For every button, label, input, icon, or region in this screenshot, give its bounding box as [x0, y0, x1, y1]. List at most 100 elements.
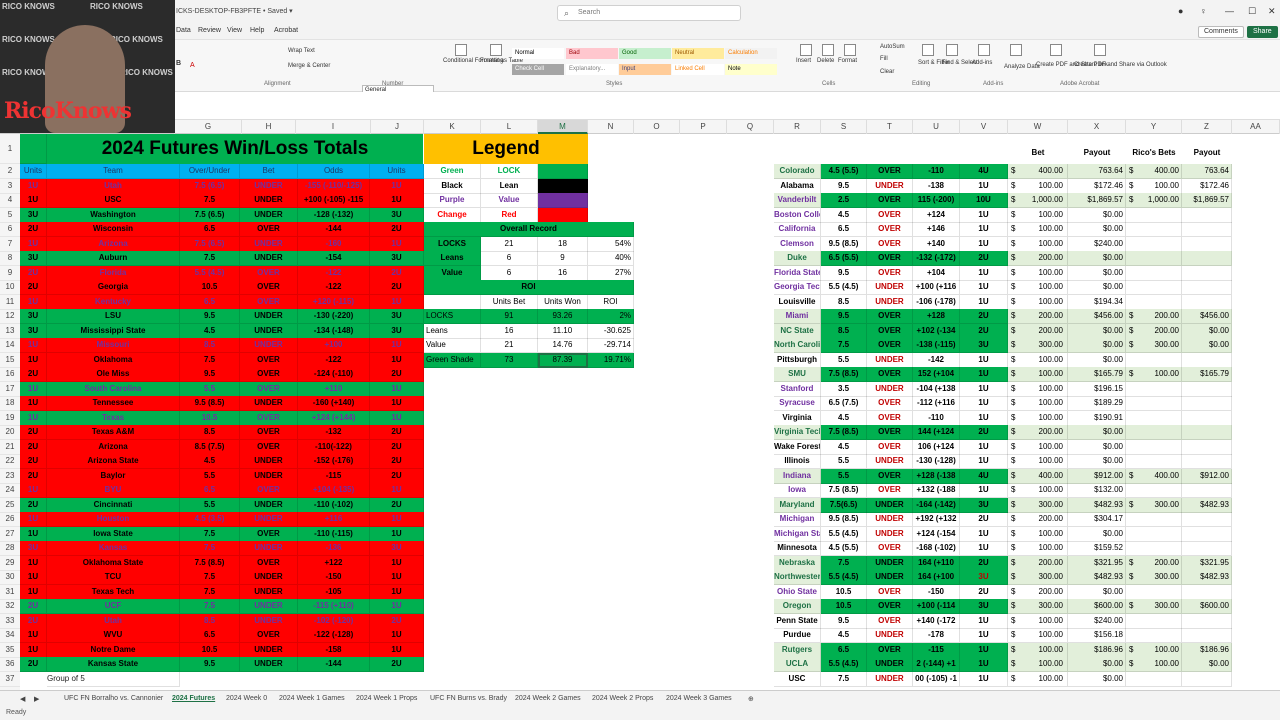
column-header[interactable]: N	[588, 120, 634, 134]
bet-team[interactable]: Minnesota	[774, 541, 821, 556]
futures-cell[interactable]: 7.5	[180, 541, 240, 556]
futures-header[interactable]: Units	[370, 164, 424, 179]
futures-cell[interactable]: 7.5	[180, 193, 240, 208]
futures-cell[interactable]: 1U	[370, 556, 424, 571]
rico-bet[interactable]	[1126, 440, 1182, 455]
bet-team[interactable]: Pittsburgh	[774, 353, 821, 368]
bet-payout[interactable]: $159.52	[1068, 541, 1126, 556]
futures-cell[interactable]: +120 (-115)	[298, 295, 370, 310]
bet-amount[interactable]: $100.00	[1008, 440, 1068, 455]
overall-cell[interactable]: 40%	[588, 251, 634, 266]
rico-payout[interactable]	[1182, 411, 1232, 426]
bet-payout[interactable]: $0.00	[1068, 222, 1126, 237]
payout2-header[interactable]: Payout	[1182, 146, 1232, 161]
rico-bet[interactable]: $300.00	[1126, 570, 1182, 585]
bet-side[interactable]: OVER	[867, 469, 913, 484]
rico-bet[interactable]: $200.00	[1126, 309, 1182, 324]
futures-cell[interactable]: -136	[298, 541, 370, 556]
bet-odds[interactable]: -112 (+116	[913, 396, 960, 411]
sheet-tab[interactable]: UFC FN Burns vs. Brady	[430, 695, 507, 702]
bet-payout[interactable]: $156.18	[1068, 628, 1126, 643]
bet-odds[interactable]: +124 (-154	[913, 527, 960, 542]
roi-cell[interactable]: 19.71%	[588, 353, 634, 368]
futures-cell[interactable]: -132	[298, 425, 370, 440]
futures-cell[interactable]: 1U	[370, 512, 424, 527]
bet-amount[interactable]: $300.00	[1008, 498, 1068, 513]
futures-cell[interactable]: Kentucky	[47, 295, 180, 310]
bet-payout[interactable]: $0.00	[1068, 527, 1126, 542]
rico-bet[interactable]	[1126, 295, 1182, 310]
roi-cell[interactable]: 21	[481, 338, 538, 353]
bet-line[interactable]: 9.5	[821, 179, 867, 194]
column-header[interactable]: T	[867, 120, 913, 134]
futures-cell[interactable]: 3U	[370, 309, 424, 324]
bet-side[interactable]: UNDER	[867, 556, 913, 571]
row-header[interactable]: 12	[0, 309, 20, 324]
futures-cell[interactable]: UNDER	[240, 396, 298, 411]
row-header[interactable]: 5	[0, 208, 20, 223]
bet-line[interactable]: 5.5	[821, 469, 867, 484]
bet-team[interactable]: Ohio State	[774, 585, 821, 600]
bet-line[interactable]: 3.5	[821, 382, 867, 397]
bet-odds[interactable]: -106 (-178)	[913, 295, 960, 310]
bet-amount[interactable]: $100.00	[1008, 367, 1068, 382]
futures-cell[interactable]: UNDER	[240, 454, 298, 469]
futures-cell[interactable]: -124 (-110)	[298, 367, 370, 382]
bet-payout[interactable]: $482.93	[1068, 498, 1126, 513]
roi-cell[interactable]: LOCKS	[424, 309, 481, 324]
bet-side[interactable]: OVER	[867, 425, 913, 440]
bet-line[interactable]: 5.5 (4.5)	[821, 657, 867, 672]
futures-cell[interactable]: 2U	[370, 614, 424, 629]
futures-cell[interactable]: OVER	[240, 353, 298, 368]
bet-line[interactable]: 2.5	[821, 193, 867, 208]
cell-style-5[interactable]: Check Cell	[512, 64, 564, 75]
futures-cell[interactable]: 3U	[20, 324, 47, 339]
bet-units[interactable]: 1U	[960, 266, 1008, 281]
rico-payout[interactable]	[1182, 454, 1232, 469]
futures-cell[interactable]: OVER	[240, 483, 298, 498]
ribbon-label[interactable]: Delete	[817, 58, 834, 64]
futures-cell[interactable]: 2U	[20, 614, 47, 629]
futures-cell[interactable]: Utah	[47, 179, 180, 194]
bet-payout[interactable]: 763.64	[1068, 164, 1126, 179]
cell-style-6[interactable]: Explanatory...	[566, 64, 618, 75]
futures-header[interactable]: Bet	[240, 164, 298, 179]
bet-odds[interactable]: +132 (-188	[913, 483, 960, 498]
bet-team[interactable]: SMU	[774, 367, 821, 382]
rico-bet[interactable]	[1126, 280, 1182, 295]
futures-cell[interactable]: -122 (-128)	[298, 628, 370, 643]
futures-cell[interactable]: 2U	[370, 657, 424, 672]
bet-line[interactable]: 4.5	[821, 411, 867, 426]
futures-cell[interactable]: UNDER	[240, 193, 298, 208]
futures-cell[interactable]: UNDER	[240, 614, 298, 629]
ribbon-label[interactable]: Format	[838, 58, 857, 64]
futures-cell[interactable]: -158	[298, 643, 370, 658]
bet-units[interactable]: 1U	[960, 367, 1008, 382]
bet-line[interactable]: 7.5	[821, 338, 867, 353]
futures-cell[interactable]: 1U	[370, 527, 424, 542]
futures-cell[interactable]: +124 (+144)	[298, 411, 370, 426]
futures-cell[interactable]: 6.5	[180, 628, 240, 643]
futures-cell[interactable]: 8.5	[180, 614, 240, 629]
bet-units[interactable]: 1U	[960, 295, 1008, 310]
futures-cell[interactable]: UNDER	[240, 179, 298, 194]
futures-cell[interactable]: UNDER	[240, 570, 298, 585]
column-header[interactable]: R	[774, 120, 821, 134]
futures-cell[interactable]: Georgia	[47, 280, 180, 295]
column-header[interactable]: I	[296, 120, 371, 134]
legend-key[interactable]: Green	[424, 164, 481, 179]
futures-cell[interactable]: 1U	[20, 643, 47, 658]
futures-cell[interactable]: 6.5	[180, 483, 240, 498]
bet-line[interactable]: 6.5	[821, 643, 867, 658]
ribbon-icon[interactable]	[844, 44, 856, 56]
roi-header[interactable]: ROI	[588, 295, 634, 310]
bet-payout[interactable]: $304.17	[1068, 512, 1126, 527]
bet-amount[interactable]: $300.00	[1008, 570, 1068, 585]
bet-team[interactable]: Virginia Tech	[774, 425, 821, 440]
bet-odds[interactable]: -130 (-128)	[913, 454, 960, 469]
bet-side[interactable]: OVER	[867, 541, 913, 556]
futures-cell[interactable]: 5.5	[180, 382, 240, 397]
bet-team[interactable]: Michigan State	[774, 527, 821, 542]
futures-cell[interactable]: UNDER	[240, 469, 298, 484]
bet-units[interactable]: 2U	[960, 309, 1008, 324]
